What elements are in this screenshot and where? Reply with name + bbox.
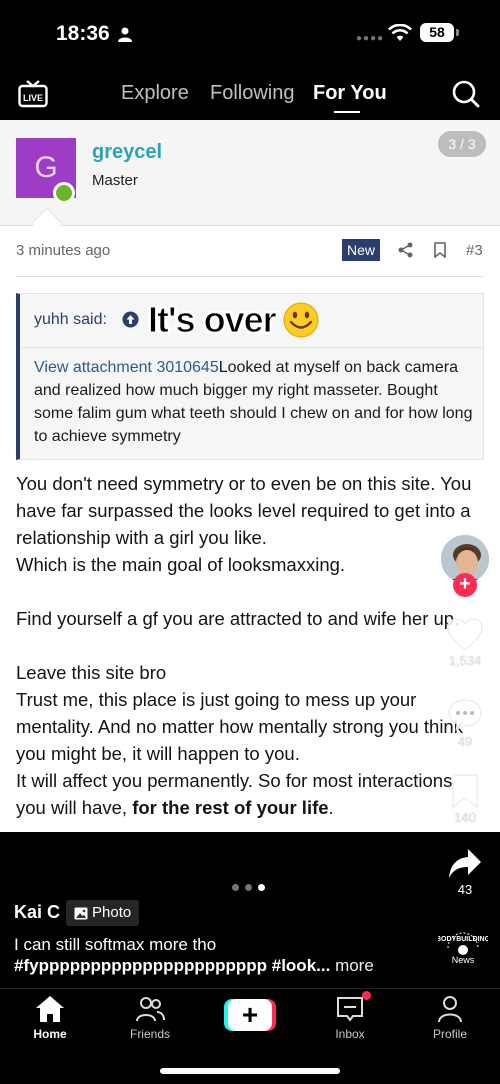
attachment-link: View attachment 3010645 [34, 359, 219, 376]
reply-body: You don't need symmetry or to even be on… [16, 470, 486, 821]
share-count: 43 [457, 882, 473, 897]
battery-indicator: 58 [420, 23, 459, 42]
save-count: 140 [454, 810, 476, 825]
like-button[interactable]: 1,534 [436, 618, 494, 668]
create-button[interactable]: + [224, 999, 276, 1031]
notification-dot [362, 991, 371, 1000]
status-time: 18:36 [56, 22, 110, 45]
share-button[interactable]: 43 [436, 848, 494, 897]
post-photo[interactable]: G greycel Master 3 / 3 3 minutes ago New… [0, 120, 500, 832]
post-number: #3 [466, 242, 483, 259]
share-arrow-icon [449, 849, 481, 878]
nav-friends[interactable]: Friends [110, 995, 190, 1041]
cellular-signal-icon: ●●●● [356, 33, 385, 44]
reply-paragraph: Which is the main goal of looksmaxxing. [16, 554, 346, 575]
tab-following[interactable]: Following [210, 82, 294, 105]
nav-inbox-label: Inbox [335, 1027, 365, 1041]
profile-icon [438, 996, 462, 1023]
live-tv-icon[interactable]: LIVE [18, 80, 48, 108]
forum-user-header: G greycel Master 3 / 3 [0, 120, 500, 226]
divider [16, 276, 484, 277]
inbox-icon [337, 997, 363, 1022]
nav-home[interactable]: Home [10, 995, 90, 1041]
save-button[interactable]: 140 [436, 774, 494, 825]
its-over-sticker: It's over [148, 298, 320, 342]
reply-paragraph: Leave this site bro [16, 662, 167, 683]
forum-user-title: Master [92, 172, 138, 189]
reply-paragraph: Trust me, this place is just going to me… [16, 689, 463, 764]
quote-header: yuhh said: It's over [20, 294, 484, 348]
post-meta: 3 minutes ago New #3 [16, 239, 484, 274]
author-name[interactable]: Kai C [14, 902, 60, 923]
reply-bold-text: for the rest of your life [132, 797, 329, 818]
reply-paragraph: You don't need symmetry or to even be on… [16, 473, 472, 548]
post-timestamp: 3 minutes ago [16, 242, 111, 259]
nav-profile[interactable]: Profile [410, 995, 490, 1041]
comment-button[interactable]: 49 [436, 698, 494, 749]
bookmark-icon [434, 242, 446, 258]
follow-button[interactable]: + [453, 573, 477, 597]
photo-chip: Photo [66, 900, 140, 926]
bookmark-icon [452, 774, 478, 808]
top-nav: LIVE Explore Following For You [0, 64, 500, 120]
reply-paragraph: It will affect you permanently. So for m… [16, 770, 453, 818]
smiling-emoji-icon [283, 302, 319, 338]
person-icon [118, 27, 132, 42]
quote-block: yuhh said: It's over View attachment 301… [16, 293, 484, 460]
image-icon [74, 907, 88, 919]
like-count: 1,534 [448, 653, 482, 668]
heart-icon [447, 618, 483, 651]
photo-pager: 3 / 3 [438, 131, 486, 157]
music-disc-icon[interactable]: BODYBUILDING News [438, 926, 488, 966]
comment-bubble-icon [448, 699, 482, 731]
svg-text:BODYBUILDING: BODYBUILDING [438, 936, 488, 943]
nav-inbox[interactable]: Inbox [310, 995, 390, 1041]
photo-chip-label: Photo [92, 904, 132, 921]
sticker-text: It's over [148, 299, 278, 341]
wifi-icon [388, 24, 412, 41]
tab-for-you[interactable]: For You [313, 82, 387, 105]
status-bar: 18:36 ●●●● 58 [0, 0, 500, 64]
caption-hashtags[interactable]: #fypppppppppppppppppppppp #look... more [14, 956, 374, 976]
active-tab-underline [334, 111, 360, 113]
tab-explore[interactable]: Explore [121, 82, 189, 105]
quote-body: View attachment 3010645Looked at myself … [34, 356, 474, 448]
online-status-dot [53, 182, 75, 204]
reply-paragraph: Find yourself a gf you are attracted to … [16, 608, 460, 629]
forum-username: greycel [92, 141, 163, 163]
comment-count: 49 [457, 734, 473, 749]
home-icon [36, 996, 64, 1022]
nav-friends-label: Friends [129, 1027, 170, 1041]
arrow-up-circle-icon [122, 311, 139, 328]
nav-home-label: Home [33, 1027, 67, 1041]
nav-profile-label: Profile [432, 1027, 467, 1041]
search-icon[interactable] [452, 80, 480, 108]
more-link[interactable]: more [335, 956, 374, 975]
new-badge: New [342, 239, 381, 261]
share-nodes-icon [398, 242, 413, 258]
home-indicator [160, 1068, 340, 1074]
quote-author: yuhh said: [34, 311, 107, 328]
caption-text: I can still softmax more tho [14, 935, 217, 954]
svg-text:LIVE: LIVE [23, 93, 43, 103]
photo-carousel-dots [232, 878, 271, 896]
music-label: News [452, 955, 475, 965]
plus-icon: + [228, 999, 272, 1031]
friends-icon [136, 997, 165, 1022]
